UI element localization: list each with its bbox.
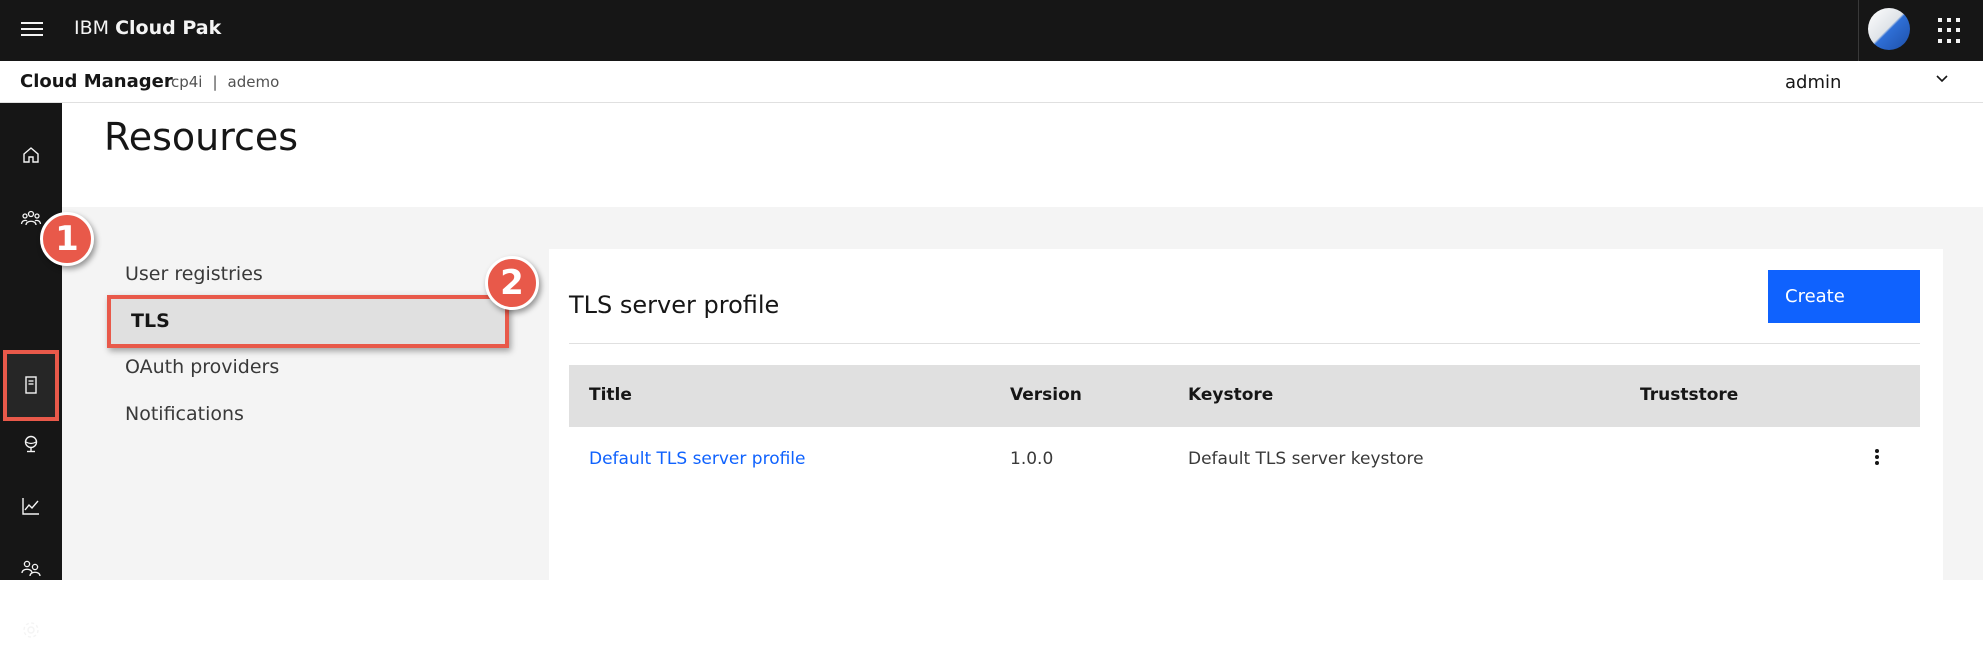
menu-icon[interactable] xyxy=(18,18,46,42)
product-brand[interactable]: IBM Cloud Pak xyxy=(74,17,221,39)
breadcrumb-separator: | xyxy=(212,73,218,91)
menu-item-user-registries[interactable]: User registries xyxy=(125,263,263,285)
column-header-title[interactable]: Title xyxy=(589,385,632,405)
breadcrumb-catalog[interactable]: ademo xyxy=(228,73,280,91)
menu-item-tls-label: TLS xyxy=(131,310,170,332)
home-icon xyxy=(23,147,39,163)
menu-item-notifications[interactable]: Notifications xyxy=(125,403,244,425)
nav-home[interactable] xyxy=(0,124,62,186)
resources-menu: User registries TLS OAuth providers Noti… xyxy=(62,207,548,580)
menu-item-tls[interactable]: TLS xyxy=(107,295,509,348)
overflow-menu-icon[interactable] xyxy=(1867,447,1887,471)
side-nav xyxy=(0,103,62,638)
create-button[interactable]: Create xyxy=(1768,270,1920,323)
settings-icon xyxy=(23,622,39,638)
brand-prefix: IBM xyxy=(74,17,110,39)
breadcrumb: cp4i | ademo xyxy=(171,73,279,91)
page-title: Resources xyxy=(104,115,299,159)
top-bar: IBM Cloud Pak xyxy=(0,0,1983,61)
tls-server-profile-panel: TLS server profile Create Title Version … xyxy=(549,249,1943,580)
column-header-keystore[interactable]: Keystore xyxy=(1188,385,1273,405)
sub-header: Cloud Manager cp4i | ademo admin xyxy=(0,61,1983,103)
brand-product: Cloud Pak xyxy=(115,17,222,39)
table-header: Title Version Keystore Truststore xyxy=(569,365,1920,427)
app-switcher-icon[interactable] xyxy=(1938,18,1964,44)
members-icon xyxy=(21,560,41,577)
user-dropdown[interactable]: admin xyxy=(1785,70,1975,96)
nav-analytics[interactable] xyxy=(0,475,62,537)
nav-members[interactable] xyxy=(0,537,62,599)
user-avatar[interactable] xyxy=(1868,8,1910,50)
topology-icon xyxy=(24,435,38,453)
row-title-link[interactable]: Default TLS server profile xyxy=(589,449,805,469)
user-name: admin xyxy=(1785,72,1842,93)
users-group-icon xyxy=(20,210,42,226)
row-keystore: Default TLS server keystore xyxy=(1188,449,1424,469)
panel-title: TLS server profile xyxy=(569,291,780,319)
step1-badge: 1 xyxy=(40,212,94,266)
nav-settings[interactable] xyxy=(0,599,62,661)
column-header-version[interactable]: Version xyxy=(1010,385,1082,405)
tls-profiles-table: Title Version Keystore Truststore Defaul… xyxy=(569,365,1920,491)
app-name: Cloud Manager xyxy=(20,71,173,92)
nav-resources[interactable] xyxy=(0,354,62,416)
nav-topology[interactable] xyxy=(0,413,62,475)
column-header-truststore[interactable]: Truststore xyxy=(1640,385,1738,405)
page-header: Resources xyxy=(62,103,1983,207)
step2-badge: 2 xyxy=(485,256,539,310)
row-version: 1.0.0 xyxy=(1010,449,1054,469)
breadcrumb-org[interactable]: cp4i xyxy=(171,73,202,91)
analytics-icon xyxy=(22,498,39,515)
panel-divider xyxy=(569,343,1920,344)
menu-item-oauth-providers[interactable]: OAuth providers xyxy=(125,356,279,378)
table-row: Default TLS server profile 1.0.0 Default… xyxy=(569,427,1920,491)
topbar-divider xyxy=(1858,0,1859,61)
resources-icon xyxy=(25,376,37,394)
chevron-down-icon xyxy=(1936,75,1948,83)
